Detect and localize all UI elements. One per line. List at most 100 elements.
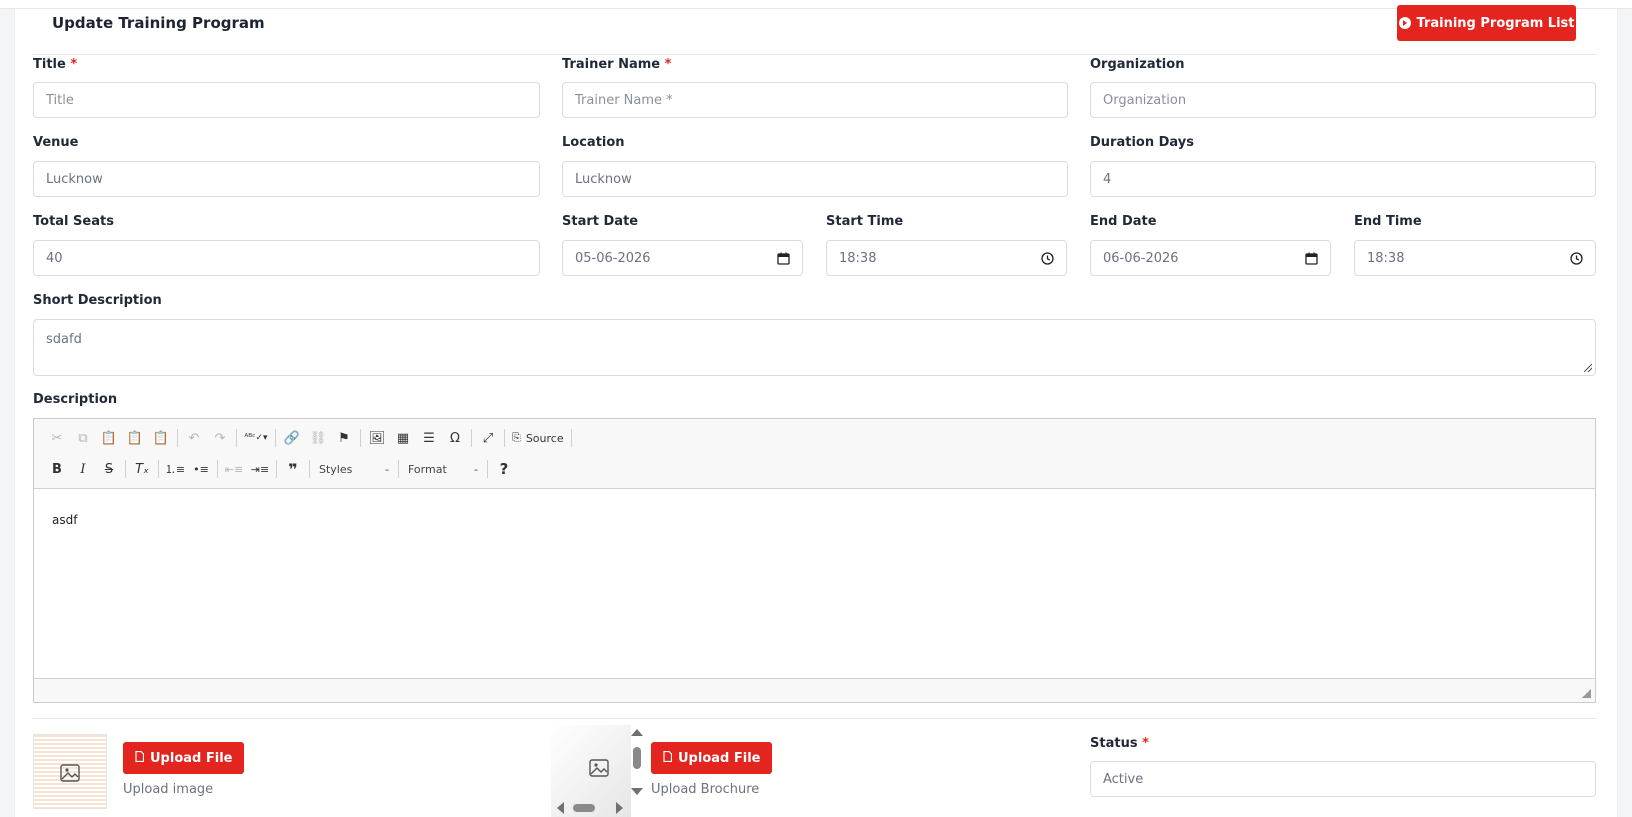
venue-input[interactable]: Lucknow bbox=[33, 161, 540, 197]
image-placeholder-icon bbox=[589, 759, 609, 777]
toolbar-separator bbox=[398, 460, 399, 478]
trainer-name-input[interactable]: Trainer Name * bbox=[562, 82, 1068, 118]
page-title: Update Training Program bbox=[52, 14, 265, 32]
calendar-icon[interactable] bbox=[777, 252, 790, 265]
source-icon: ⎘ bbox=[512, 431, 521, 444]
toolbar-separator bbox=[504, 429, 505, 447]
toolbar-separator bbox=[487, 460, 488, 478]
upload-image-caption: Upload image bbox=[123, 782, 214, 797]
toolbar-separator bbox=[570, 429, 572, 447]
top-bar bbox=[0, 0, 1632, 9]
indent-icon[interactable]: ⇥≡ bbox=[247, 457, 273, 481]
strikethrough-icon[interactable]: S bbox=[96, 457, 122, 481]
toolbar-separator bbox=[275, 429, 276, 447]
calendar-icon[interactable] bbox=[1305, 252, 1318, 265]
italic-icon[interactable]: I bbox=[70, 457, 96, 481]
help-icon[interactable]: ? bbox=[491, 457, 517, 481]
chevron-down-icon: - bbox=[474, 462, 478, 476]
paste-text-icon[interactable]: 📋 bbox=[122, 426, 148, 450]
status-label: Status * bbox=[1090, 736, 1149, 751]
location-input[interactable]: Lucknow bbox=[562, 161, 1068, 197]
numbered-list-icon[interactable]: ⒈≡ bbox=[162, 457, 188, 481]
play-circle-icon bbox=[1398, 17, 1411, 29]
redo-icon[interactable]: ↷ bbox=[207, 426, 233, 450]
copy-icon[interactable]: ⧉ bbox=[70, 426, 96, 450]
total-seats-input[interactable]: 40 bbox=[33, 240, 540, 276]
clock-icon[interactable] bbox=[1041, 251, 1054, 265]
bulleted-list-icon[interactable]: •≡ bbox=[188, 457, 214, 481]
toolbar-separator bbox=[177, 429, 178, 447]
upload-image-button-label: Upload File bbox=[150, 750, 233, 766]
short-description-label: Short Description bbox=[33, 293, 162, 308]
paste-word-icon[interactable]: 📋 bbox=[148, 426, 174, 450]
header-divider bbox=[33, 54, 1596, 55]
spellcheck-icon[interactable]: ᴬᴮᶜ✓▾ bbox=[240, 426, 272, 450]
styles-dropdown[interactable]: Styles - bbox=[313, 457, 395, 481]
anchor-flag-icon[interactable]: ⚑ bbox=[331, 426, 357, 450]
section-divider bbox=[33, 718, 1596, 719]
training-program-list-button[interactable]: Training Program List bbox=[1397, 5, 1576, 41]
upload-image-button[interactable]: Upload File bbox=[123, 742, 245, 774]
end-date-label: End Date bbox=[1090, 214, 1157, 229]
cut-icon[interactable]: ✂ bbox=[44, 426, 70, 450]
toolbar-separator bbox=[158, 460, 159, 478]
unlink-icon[interactable]: ⛓ bbox=[305, 426, 331, 450]
format-label: Format bbox=[408, 462, 447, 476]
brochure-horizontal-scrollbar[interactable] bbox=[555, 801, 625, 815]
resize-handle-icon[interactable] bbox=[1584, 364, 1592, 372]
toolbar-separator bbox=[309, 460, 310, 478]
start-time-input[interactable]: 18:38 bbox=[826, 240, 1067, 276]
horizontal-rule-icon[interactable]: ☰ bbox=[416, 426, 442, 450]
venue-label: Venue bbox=[33, 135, 79, 150]
rich-text-editor: ✂ ⧉ 📋 📋 📋 ↶ ↷ ᴬᴮᶜ✓▾ 🔗 ⛓ ⚑ 🖼 ▦ ☰ Ω ⤢ ⎘ So bbox=[33, 418, 1596, 703]
end-date-input[interactable]: 06-06-2026 bbox=[1090, 240, 1331, 276]
end-time-input[interactable]: 18:38 bbox=[1354, 240, 1596, 276]
format-dropdown[interactable]: Format - bbox=[402, 457, 484, 481]
toolbar-separator bbox=[360, 429, 361, 447]
status-select[interactable]: Active bbox=[1090, 761, 1596, 797]
end-date-value: 06-06-2026 bbox=[1103, 250, 1179, 266]
image-icon[interactable]: 🖼 bbox=[364, 426, 390, 450]
toolbar-row-2: B I S Tₓ ⒈≡ •≡ ⇤≡ ⇥≡ ❞ Styles - Format - bbox=[44, 456, 517, 482]
toolbar-separator bbox=[276, 460, 277, 478]
start-time-value: 18:38 bbox=[839, 250, 877, 266]
total-seats-label: Total Seats bbox=[33, 214, 114, 229]
start-date-input[interactable]: 05-06-2026 bbox=[562, 240, 803, 276]
undo-icon[interactable]: ↶ bbox=[181, 426, 207, 450]
upload-brochure-button[interactable]: Upload File bbox=[651, 742, 773, 774]
description-content: asdf bbox=[52, 513, 78, 527]
short-description-value: sdafd bbox=[46, 332, 82, 347]
title-label: Title * bbox=[33, 57, 78, 72]
remove-format-icon[interactable]: Tₓ bbox=[129, 457, 155, 481]
short-description-textarea[interactable]: sdafd bbox=[33, 319, 1596, 376]
file-icon bbox=[135, 750, 145, 766]
bold-icon[interactable]: B bbox=[44, 457, 70, 481]
toolbar-separator bbox=[125, 460, 126, 478]
start-date-value: 05-06-2026 bbox=[575, 250, 651, 266]
maximize-icon[interactable]: ⤢ bbox=[475, 426, 501, 450]
trainer-name-label: Trainer Name * bbox=[562, 57, 672, 72]
editor-resize-icon[interactable] bbox=[1582, 689, 1591, 698]
outdent-icon[interactable]: ⇤≡ bbox=[221, 457, 247, 481]
editor-content[interactable]: asdf bbox=[34, 489, 1595, 679]
styles-label: Styles bbox=[319, 462, 353, 476]
organization-input[interactable]: Organization bbox=[1090, 82, 1596, 118]
table-icon[interactable]: ▦ bbox=[390, 426, 416, 450]
link-icon[interactable]: 🔗 bbox=[279, 426, 305, 450]
chevron-down-icon: - bbox=[385, 462, 389, 476]
title-input[interactable]: Title bbox=[33, 82, 540, 118]
upload-brochure-caption: Upload Brochure bbox=[651, 782, 760, 797]
duration-days-input[interactable]: 4 bbox=[1090, 161, 1596, 197]
image-preview bbox=[33, 734, 107, 809]
paste-icon[interactable]: 📋 bbox=[96, 426, 122, 450]
blockquote-icon[interactable]: ❞ bbox=[280, 457, 306, 481]
toolbar-separator bbox=[236, 429, 237, 447]
end-time-label: End Time bbox=[1354, 214, 1422, 229]
clock-icon[interactable] bbox=[1570, 251, 1583, 265]
source-button[interactable]: ⎘ Source bbox=[508, 426, 568, 450]
brochure-vertical-scrollbar[interactable] bbox=[629, 727, 645, 799]
special-char-icon[interactable]: Ω bbox=[442, 426, 468, 450]
upload-brochure-button-label: Upload File bbox=[678, 750, 761, 766]
start-date-label: Start Date bbox=[562, 214, 639, 229]
duration-days-label: Duration Days bbox=[1090, 135, 1194, 150]
